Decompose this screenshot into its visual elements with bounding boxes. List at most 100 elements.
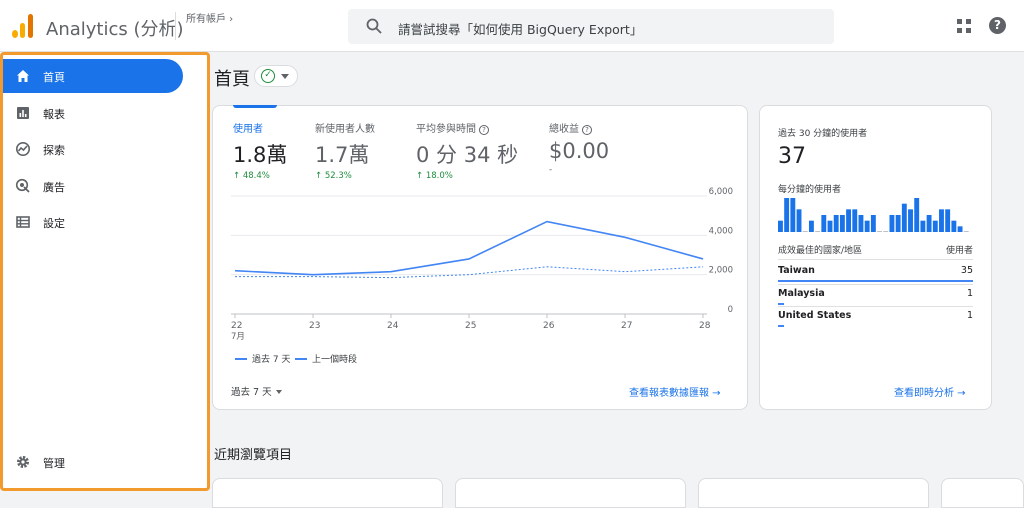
per-minute-bar: [951, 220, 957, 232]
help-circle-icon[interactable]: ?: [479, 125, 489, 135]
sidebar-item-advertising[interactable]: 廣告: [3, 169, 183, 203]
per-minute-bar: [802, 231, 808, 232]
x-tick-label: 23: [309, 321, 320, 331]
per-minute-bar: [796, 209, 802, 232]
per-minute-bar: [926, 215, 932, 232]
search-bar[interactable]: 請嘗試搜尋「如何使用 BigQuery Export」: [348, 9, 834, 44]
sidebar-item-home[interactable]: 首頁: [3, 59, 183, 93]
per-minute-bar: [908, 209, 913, 232]
legend-previous: 上一個時段: [295, 352, 357, 365]
country-share-bar: [778, 325, 784, 327]
analytics-logo-icon[interactable]: [12, 14, 34, 38]
chevron-down-icon: [281, 74, 289, 79]
top-bar: Analytics (分析) 所有帳戶 › 請嘗試搜尋「如何使用 BigQuer…: [0, 0, 1024, 52]
overview-card: 使用者 1.8萬 ↑ 48.4% 新使用者人數 1.7萬 ↑ 52.3% 平均參…: [212, 105, 748, 410]
status-chip[interactable]: ✓: [254, 65, 298, 87]
view-realtime-link[interactable]: 查看即時分析 →: [894, 384, 966, 399]
apps-grid-icon[interactable]: [957, 19, 971, 33]
metric-users[interactable]: 使用者 1.8萬 ↑ 48.4%: [233, 120, 287, 181]
x-month-label: 7月: [231, 332, 245, 342]
sidebar-nav: 首頁 報表 探索 廣告 設定 管理: [0, 52, 210, 491]
country-share-bar: [778, 303, 784, 305]
recent-card[interactable]: [212, 478, 443, 508]
per-minute-label: 每分鐘的使用者: [778, 185, 842, 195]
per-minute-bar: [778, 220, 783, 232]
metric-label-text: 平均參與時間: [416, 124, 476, 135]
header-divider: [175, 12, 176, 40]
metric-new-users[interactable]: 新使用者人數 1.7萬 ↑ 52.3%: [315, 120, 375, 181]
legend-current: 過去 7 天: [235, 352, 290, 365]
x-tick-label: 27: [621, 321, 632, 331]
check-circle-icon: ✓: [261, 69, 275, 83]
per-minute-bar: [914, 198, 920, 232]
sidebar-item-explore[interactable]: 探索: [3, 132, 183, 166]
explore-icon: [16, 142, 30, 156]
per-minute-bar: [901, 203, 907, 232]
sidebar-item-reports[interactable]: 報表: [3, 96, 183, 130]
recent-card[interactable]: [698, 478, 929, 508]
app-title[interactable]: Analytics (分析): [46, 15, 184, 41]
metric-delta: -: [549, 165, 553, 175]
per-minute-bar: [864, 220, 870, 232]
account-breadcrumb[interactable]: 所有帳戶 ›: [186, 10, 233, 25]
per-minute-bar: [858, 215, 864, 232]
country-users: 35: [960, 265, 973, 276]
realtime-card: 過去 30 分鐘的使用者 37 每分鐘的使用者 成效最佳的國家/地區 使用者 T…: [759, 105, 992, 410]
metric-delta: ↑ 52.3%: [315, 171, 352, 181]
sidebar-item-label: 管理: [43, 457, 65, 470]
country-share-bar: [778, 280, 973, 282]
recent-section-title: 近期瀏覽項目: [214, 448, 293, 463]
selected-metric-indicator: [233, 105, 277, 108]
metric-value: 1.7萬: [315, 143, 370, 167]
metric-label: 新使用者人數: [315, 124, 375, 135]
x-tick-label: 28: [699, 321, 711, 331]
per-minute-bar: [784, 198, 790, 232]
series-line-current: [234, 220, 704, 276]
realtime-users-value: 37: [778, 144, 806, 169]
metric-total-revenue[interactable]: 總收益? $0.00 -: [549, 120, 609, 175]
country-name: Malaysia: [778, 288, 825, 299]
per-minute-bar: [945, 209, 951, 232]
y-tick-label: 4,000: [709, 226, 733, 236]
metric-delta: ↑ 48.4%: [233, 171, 270, 181]
metric-value: 1.8萬: [233, 143, 288, 167]
country-column-header: 成效最佳的國家/地區: [778, 246, 863, 256]
y-tick-label: 2,000: [709, 266, 733, 276]
sidebar-item-configure[interactable]: 設定: [3, 205, 183, 239]
table-divider: [778, 306, 973, 307]
per-minute-bar: [883, 231, 889, 232]
metric-label: 平均參與時間?: [416, 120, 518, 135]
sidebar-item-label: 設定: [43, 217, 65, 230]
main-content: 首頁 ✓ 使用者 1.8萬 ↑ 48.4% 新使用者人數 1.7萬 ↑ 52.3…: [212, 52, 1024, 508]
per-minute-bar: [852, 209, 858, 232]
advertising-icon: [15, 178, 30, 193]
per-minute-bar: [808, 220, 814, 232]
per-minute-bar: [815, 231, 821, 232]
view-reports-snapshot-link[interactable]: 查看報表數據匯報 →: [629, 384, 721, 399]
per-minute-bar: [827, 220, 833, 232]
per-minute-bar-chart: [778, 198, 969, 232]
date-range-select[interactable]: 過去 7 天: [231, 384, 282, 398]
recent-card[interactable]: [455, 478, 686, 508]
home-icon: [17, 70, 29, 82]
country-users: 1: [966, 310, 973, 321]
y-tick-label: 6,000: [709, 187, 733, 197]
help-circle-icon[interactable]: ?: [582, 125, 592, 135]
y-tick-label: 0: [728, 305, 733, 315]
date-range-label: 過去 7 天: [231, 387, 272, 398]
x-tick-label: 25: [465, 321, 476, 331]
help-icon[interactable]: ?: [989, 17, 1006, 34]
realtime-title: 過去 30 分鐘的使用者: [778, 129, 868, 139]
search-input[interactable]: 請嘗試搜尋「如何使用 BigQuery Export」: [398, 19, 642, 38]
sidebar-item-admin[interactable]: 管理: [3, 445, 183, 479]
recent-card[interactable]: [941, 478, 1024, 508]
x-tick-label: 22: [231, 321, 242, 331]
per-minute-bar: [846, 209, 852, 232]
legend-label: 過去 7 天: [252, 355, 291, 365]
sidebar-item-label: 報表: [43, 108, 65, 121]
per-minute-bar: [839, 215, 845, 232]
metric-avg-engagement-time[interactable]: 平均參與時間? 0 分 34 秒 ↑ 18.0%: [416, 120, 518, 181]
per-minute-bar: [963, 231, 969, 232]
x-tick-label: 26: [543, 321, 555, 331]
metric-value: $0.00: [549, 139, 610, 163]
